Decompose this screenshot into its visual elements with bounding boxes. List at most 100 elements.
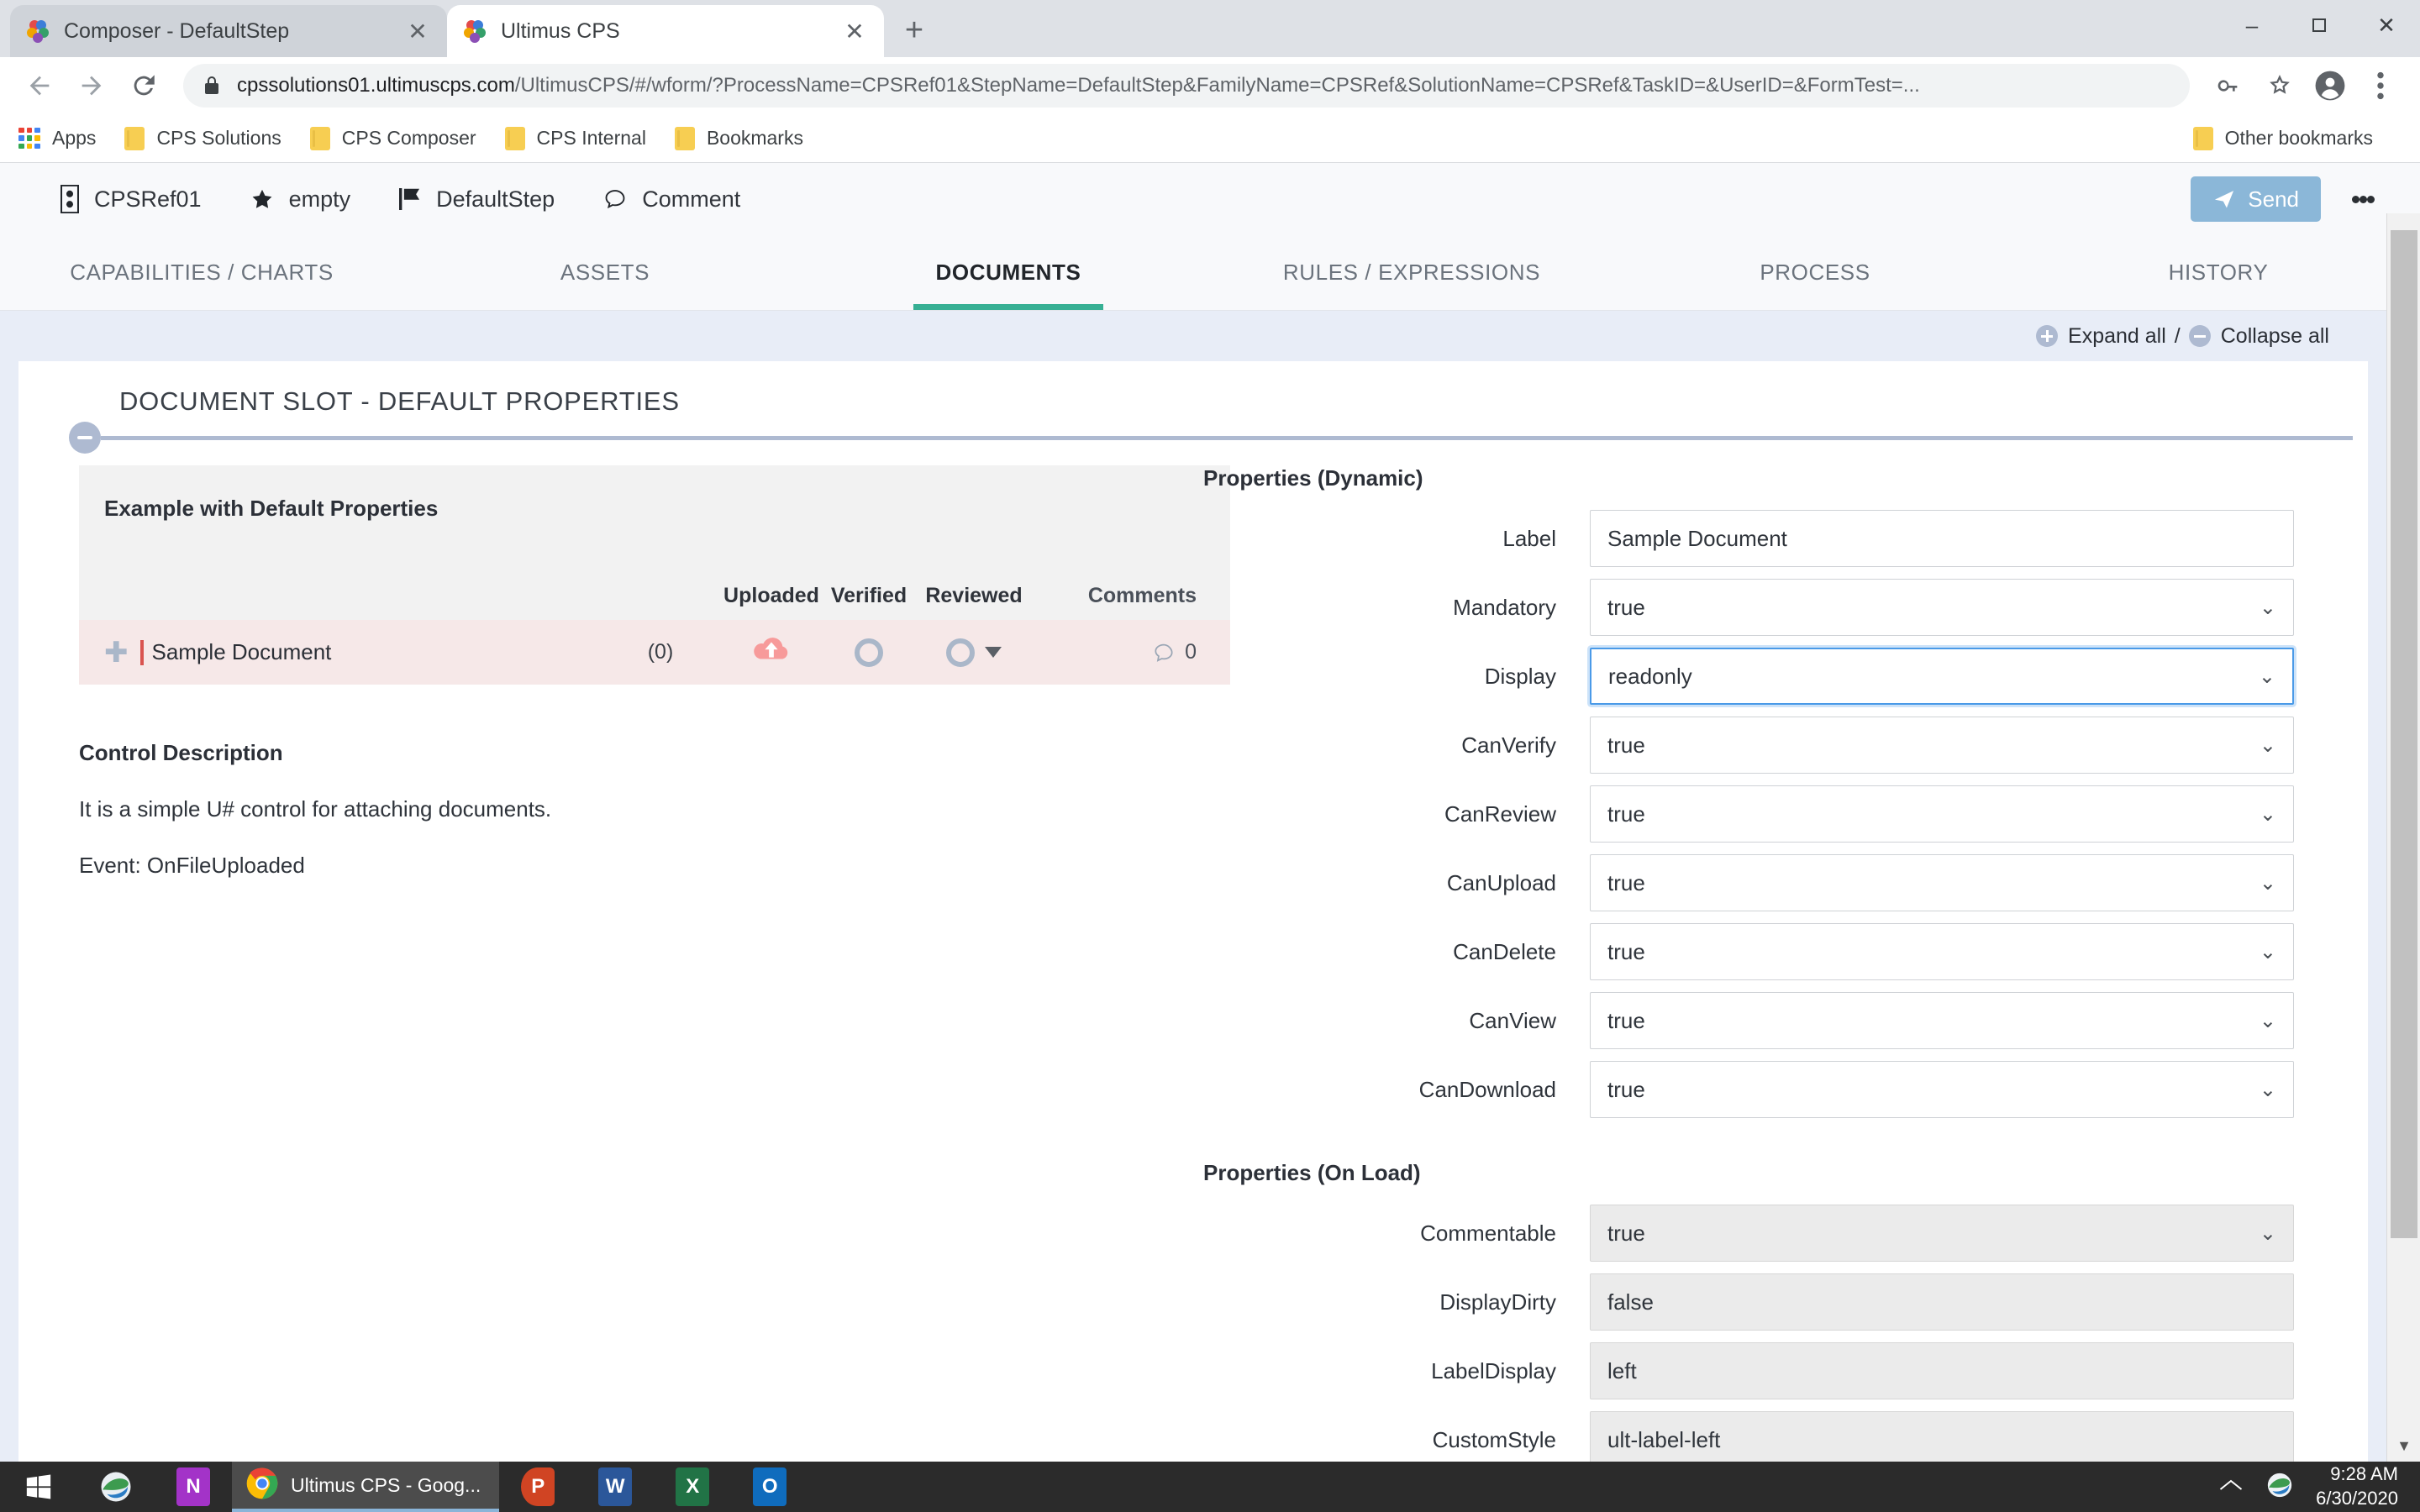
cloud-upload-icon[interactable] [752, 633, 791, 671]
add-file-icon[interactable]: ✚ [104, 638, 129, 667]
close-icon[interactable]: ✕ [2353, 0, 2420, 50]
bookmark-bookmarks[interactable]: Bookmarks [674, 126, 803, 150]
comment-bubble-icon [1151, 641, 1176, 664]
scroll-down-icon[interactable]: ▼ [2387, 1430, 2420, 1462]
tab-process[interactable]: PROCESS [1613, 235, 2017, 310]
canview-select[interactable]: true ⌄ [1590, 992, 2294, 1049]
row-name-cell: ✚ Sample Document [104, 638, 605, 667]
excel-label: X [676, 1467, 710, 1506]
field-value: left [1607, 1357, 1637, 1383]
forward-icon[interactable] [67, 61, 116, 110]
excel-icon[interactable]: X [654, 1462, 731, 1512]
avatar[interactable] [2306, 61, 2354, 110]
new-tab-button[interactable]: + [891, 7, 938, 54]
card-body: Example with Default Properties Uploaded… [18, 447, 2368, 1462]
collapse-all-icon[interactable] [2188, 325, 2211, 347]
col-uploaded: Uploaded [723, 584, 819, 607]
browser-tab-ultimus-cps[interactable]: Ultimus CPS ✕ [447, 5, 884, 57]
header-step[interactable]: DefaultStep [399, 186, 555, 213]
tray-ie-icon[interactable] [2265, 1471, 2294, 1504]
field-value: readonly [1608, 663, 1692, 689]
expand-all-label[interactable]: Expand all [2068, 324, 2166, 349]
tab-rules-expressions[interactable]: RULES / EXPRESSIONS [1210, 235, 1613, 310]
outlook-icon[interactable]: O [731, 1462, 808, 1512]
reviewed-status-icon[interactable] [946, 638, 975, 667]
chrome-icon [245, 1467, 279, 1504]
document-name: Sample Document [151, 639, 332, 664]
chrome-menu-icon[interactable] [2356, 61, 2405, 110]
mandatory-select[interactable]: true ⌄ [1590, 579, 2294, 636]
folder-icon [674, 126, 695, 150]
reload-icon[interactable] [119, 61, 168, 110]
minimize-icon[interactable]: – [2218, 0, 2286, 50]
properties-dynamic-title: Properties (Dynamic) [1203, 465, 1423, 491]
left-column: Example with Default Properties Uploaded… [18, 465, 1230, 1462]
header-comment[interactable]: Comment [603, 186, 740, 213]
upload-cell [716, 633, 827, 671]
start-button[interactable] [0, 1462, 77, 1512]
clock[interactable]: 9:28 AM 6/30/2020 [2316, 1462, 2398, 1510]
header-process[interactable]: CPSRef01 [60, 185, 202, 213]
key-icon[interactable] [2205, 61, 2254, 110]
system-tray: 9:28 AM 6/30/2020 [2218, 1462, 2420, 1510]
browser-tab-composer[interactable]: Composer - DefaultStep ✕ [10, 5, 447, 57]
tab-label: PROCESS [1760, 260, 1870, 285]
address-bar[interactable]: cpssolutions01.ultimuscps.com/UltimusCPS… [183, 64, 2190, 108]
app-menu-icon[interactable] [2339, 176, 2386, 223]
chevron-down-icon[interactable] [985, 647, 1002, 658]
canverify-select[interactable]: true ⌄ [1590, 717, 2294, 774]
apps-label: Apps [52, 127, 97, 149]
canreview-select[interactable]: true ⌄ [1590, 785, 2294, 843]
comments-cell[interactable]: 0 [1037, 640, 1197, 664]
onenote-icon[interactable]: N [155, 1462, 232, 1512]
page-scrollbar[interactable]: ▼ [2386, 213, 2420, 1462]
tab-documents[interactable]: DOCUMENTS [807, 235, 1210, 310]
candelete-select[interactable]: true ⌄ [1590, 923, 2294, 980]
bookmark-cps-solutions[interactable]: CPS Solutions [124, 126, 281, 150]
browser-toolbar: cpssolutions01.ultimuscps.com/UltimusCPS… [0, 57, 2420, 114]
other-bookmarks[interactable]: Other bookmarks [2192, 126, 2373, 150]
show-hidden-icons-chevron-icon[interactable] [2218, 1477, 2244, 1498]
expand-all-icon[interactable] [2036, 325, 2059, 347]
tab-assets[interactable]: ASSETS [403, 235, 807, 310]
close-icon[interactable]: ✕ [840, 17, 869, 45]
send-button[interactable]: Send [2191, 176, 2321, 222]
scrollbar-thumb[interactable] [2391, 230, 2417, 1238]
property-row-label: Label Sample Document [1203, 510, 2294, 567]
bookmark-cps-composer[interactable]: CPS Composer [309, 126, 476, 150]
verified-status-icon[interactable] [855, 638, 883, 667]
chevron-down-icon: ⌄ [2259, 1221, 2276, 1245]
tab-label: CAPABILITIES / CHARTS [70, 260, 334, 285]
ie-icon[interactable] [77, 1462, 155, 1512]
powerpoint-icon[interactable]: P [499, 1462, 576, 1512]
tab-capabilities-charts[interactable]: CAPABILITIES / CHARTS [0, 235, 403, 310]
chevron-down-icon: ⌄ [2259, 940, 2276, 963]
tab-history[interactable]: HISTORY [2017, 235, 2420, 310]
collapse-all-label[interactable]: Collapse all [2221, 324, 2329, 349]
label-field[interactable]: Sample Document [1590, 510, 2294, 567]
candownload-select[interactable]: true ⌄ [1590, 1061, 2294, 1118]
display-select[interactable]: readonly ⌄ [1590, 648, 2294, 705]
url-path: /UltimusCPS/#/wform/?ProcessName=CPSRef0… [514, 74, 1920, 97]
collapse-section-icon[interactable] [69, 422, 101, 454]
example-title: Example with Default Properties [104, 496, 439, 521]
bookmark-star-icon[interactable] [2255, 61, 2304, 110]
apps-shortcut[interactable]: Apps [18, 127, 96, 150]
send-plane-icon [2212, 187, 2236, 211]
separator: / [2174, 323, 2181, 348]
bookmark-cps-internal[interactable]: CPS Internal [504, 126, 646, 150]
word-icon[interactable]: W [576, 1462, 654, 1512]
close-icon[interactable]: ✕ [403, 17, 432, 45]
taskbar-window-chrome[interactable]: Ultimus CPS - Goog... [232, 1462, 500, 1512]
powerpoint-label: P [521, 1467, 555, 1506]
comment-label: Comment [642, 186, 741, 212]
header-incident[interactable]: empty [250, 186, 350, 213]
canupload-select[interactable]: true ⌄ [1590, 854, 2294, 911]
property-label: CanUpload [1446, 869, 1556, 895]
table-row[interactable]: ✚ Sample Document (0) 0 [79, 620, 1230, 685]
document-slot-card: DOCUMENT SLOT - DEFAULT PROPERTIES Examp… [18, 361, 2368, 1462]
url-text: cpssolutions01.ultimuscps.com/UltimusCPS… [237, 74, 1920, 97]
back-icon[interactable] [15, 61, 64, 110]
maximize-icon[interactable] [2286, 0, 2353, 50]
